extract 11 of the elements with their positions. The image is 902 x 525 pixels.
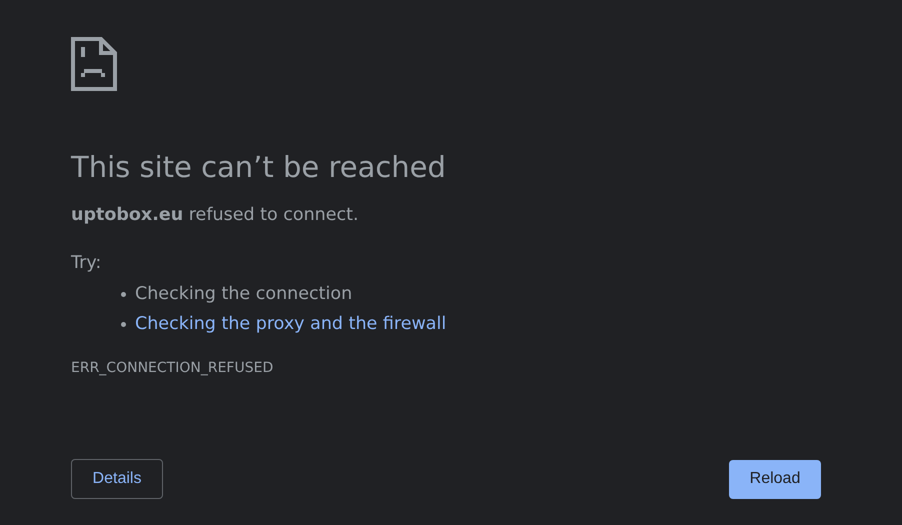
sad-page-icon (71, 37, 117, 91)
bullet-icon (121, 322, 126, 326)
error-message: uptobox.eu refused to connect. (71, 204, 359, 227)
suggestion-text: Checking the connection (135, 282, 352, 306)
error-heading: This site can’t be reached (71, 149, 446, 185)
details-button[interactable]: Details (71, 459, 163, 499)
suggestion-link[interactable]: Checking the proxy and the firewall (135, 310, 446, 338)
reload-button[interactable]: Reload (729, 460, 821, 498)
bullet-icon (121, 292, 126, 296)
try-label: Try: (71, 252, 102, 275)
error-code: ERR_CONNECTION_REFUSED (71, 359, 274, 377)
